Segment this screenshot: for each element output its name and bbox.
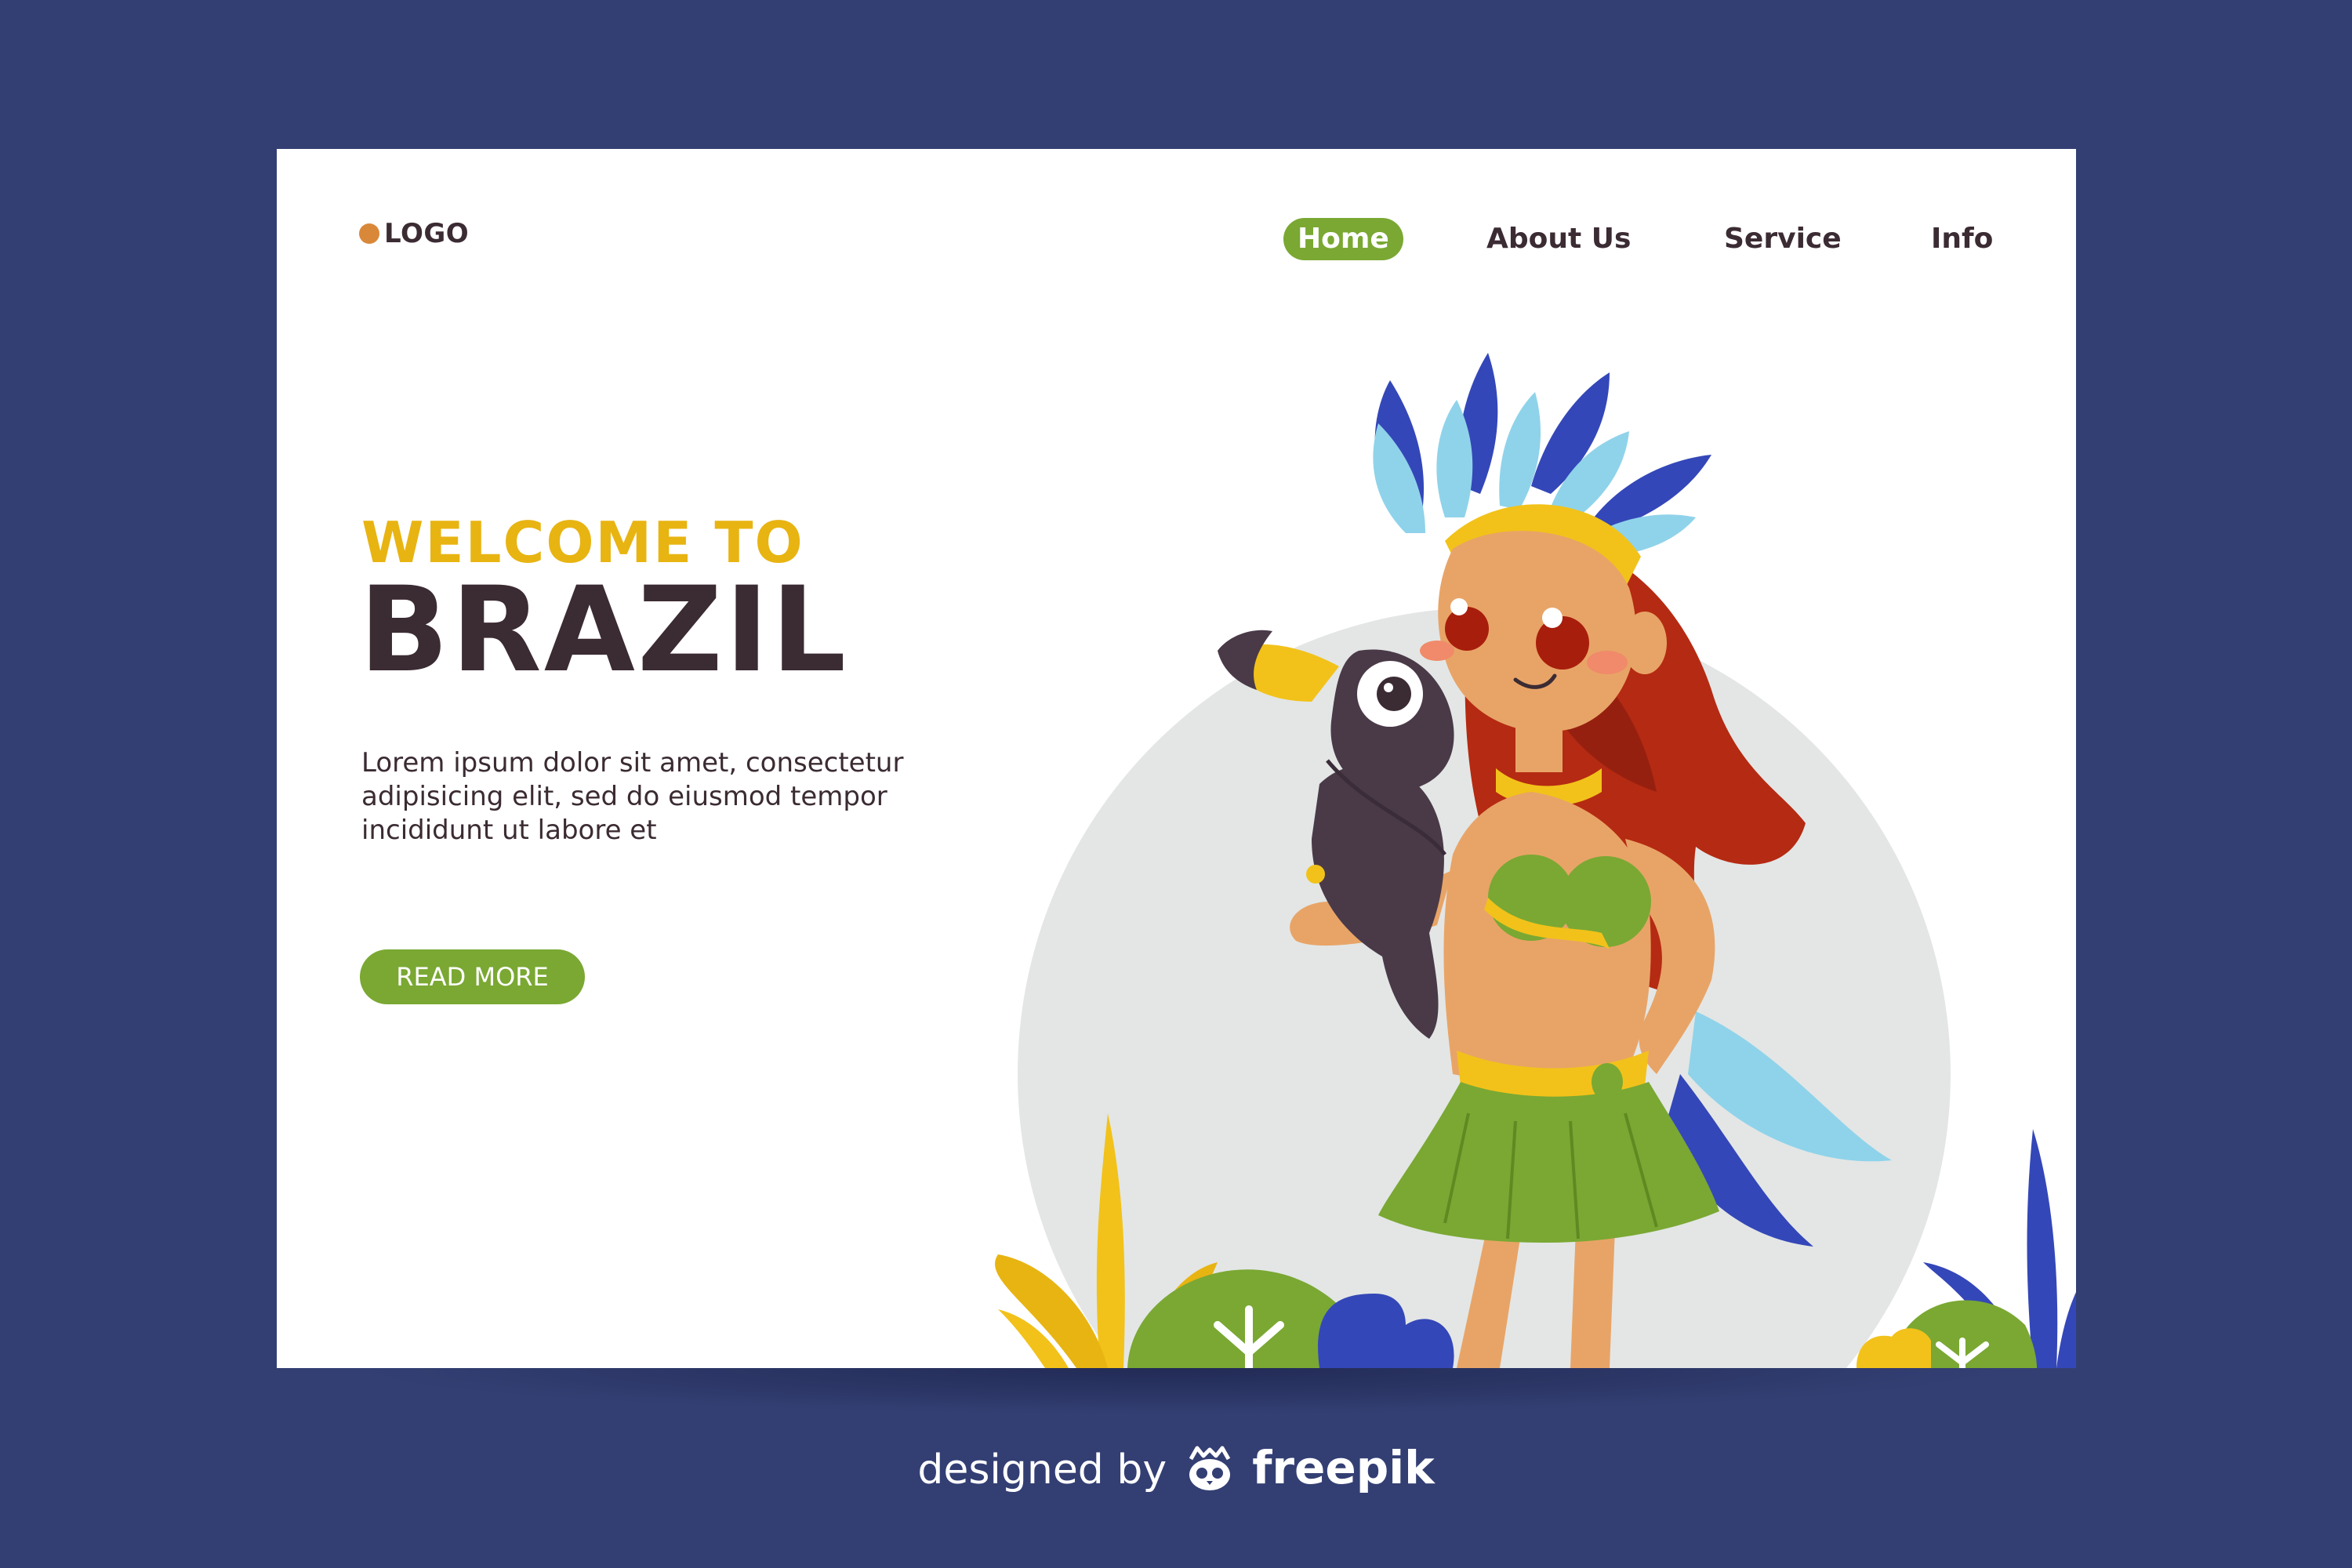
carnival-dancer-illustration	[995, 353, 2076, 1368]
freepik-owl-icon	[1189, 1446, 1230, 1490]
credit-prefix: designed by	[917, 1446, 1167, 1494]
neck	[1515, 725, 1563, 772]
credit-line: designed by freepik	[0, 1441, 2352, 1500]
credit-brand[interactable]: freepik	[1252, 1441, 1434, 1494]
landing-page-card: LOGO Home About Us Service Info WELCOME …	[277, 149, 2076, 1368]
card-shadow	[345, 1368, 2007, 1415]
